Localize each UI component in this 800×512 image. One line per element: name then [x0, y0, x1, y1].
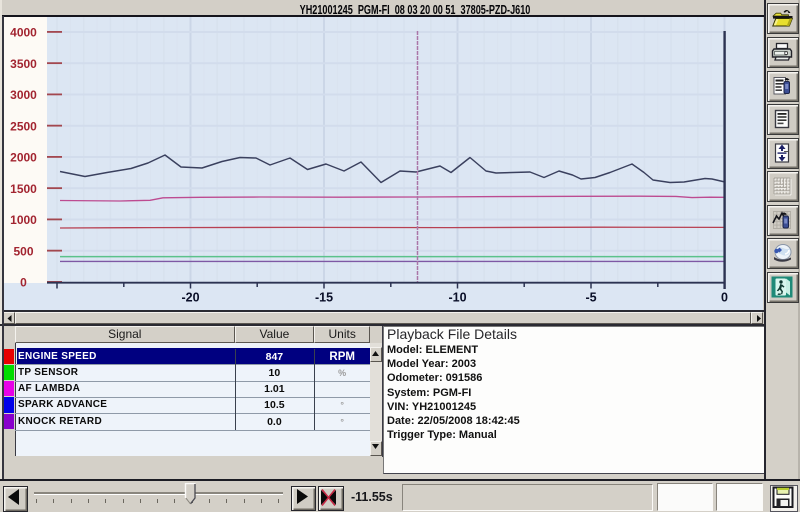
svg-text:-20: -20 [181, 291, 199, 305]
svg-text:-10: -10 [448, 291, 466, 305]
svg-text:0: 0 [20, 276, 27, 290]
svg-text:2000: 2000 [10, 151, 37, 165]
svg-text:-5: -5 [585, 291, 596, 305]
svg-text:-15: -15 [315, 291, 333, 305]
svg-text:500: 500 [13, 244, 33, 258]
svg-text:3000: 3000 [10, 88, 37, 102]
svg-text:1000: 1000 [10, 213, 37, 227]
svg-text:4000: 4000 [10, 26, 37, 40]
svg-text:1500: 1500 [10, 182, 37, 196]
svg-text:2500: 2500 [10, 119, 37, 133]
svg-text:0: 0 [721, 291, 728, 305]
svg-text:3500: 3500 [10, 57, 37, 71]
